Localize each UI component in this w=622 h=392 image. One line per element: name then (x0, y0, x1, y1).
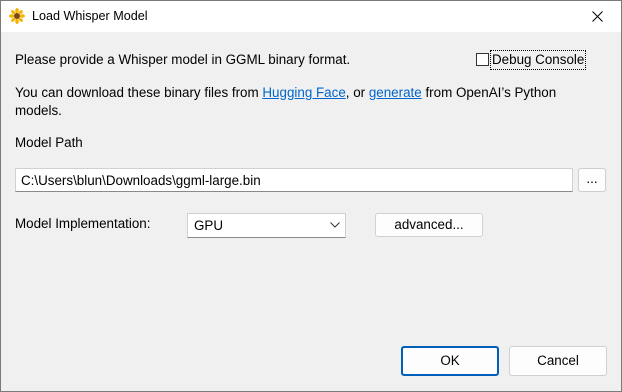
browse-button[interactable]: ... (578, 168, 606, 192)
download-info-prefix: You can download these binary files from (15, 85, 263, 100)
advanced-button[interactable]: advanced... (375, 213, 483, 237)
download-info: You can download these binary files from… (15, 84, 556, 120)
debug-console-label[interactable]: Debug Console (490, 50, 587, 70)
download-info-middle: , or (345, 85, 369, 100)
close-button[interactable] (575, 1, 621, 32)
ok-button[interactable]: OK (401, 346, 499, 376)
chevron-down-icon (330, 222, 340, 228)
sunflower-icon (9, 8, 25, 24)
debug-console-checkbox[interactable] (476, 53, 489, 66)
close-icon (592, 11, 603, 22)
window-title: Load Whisper Model (32, 9, 148, 23)
load-whisper-model-dialog: Load Whisper Model Please provide a Whis… (0, 0, 622, 392)
cancel-button[interactable]: Cancel (509, 346, 607, 376)
download-info-suffix: from OpenAI’s Python (421, 85, 557, 100)
hugging-face-link[interactable]: Hugging Face (262, 85, 345, 100)
title-bar[interactable]: Load Whisper Model (1, 1, 621, 32)
model-path-label: Model Path (15, 135, 83, 150)
model-implementation-label: Model Implementation: (15, 216, 151, 231)
model-path-input[interactable]: C:\Users\blun\Downloads\ggml-large.bin (15, 168, 573, 192)
model-implementation-select[interactable]: GPU (187, 213, 346, 238)
model-implementation-value: GPU (194, 218, 224, 233)
intro-text: Please provide a Whisper model in GGML b… (15, 52, 351, 67)
download-info-line2: models. (15, 103, 62, 118)
generate-link[interactable]: generate (369, 85, 422, 100)
